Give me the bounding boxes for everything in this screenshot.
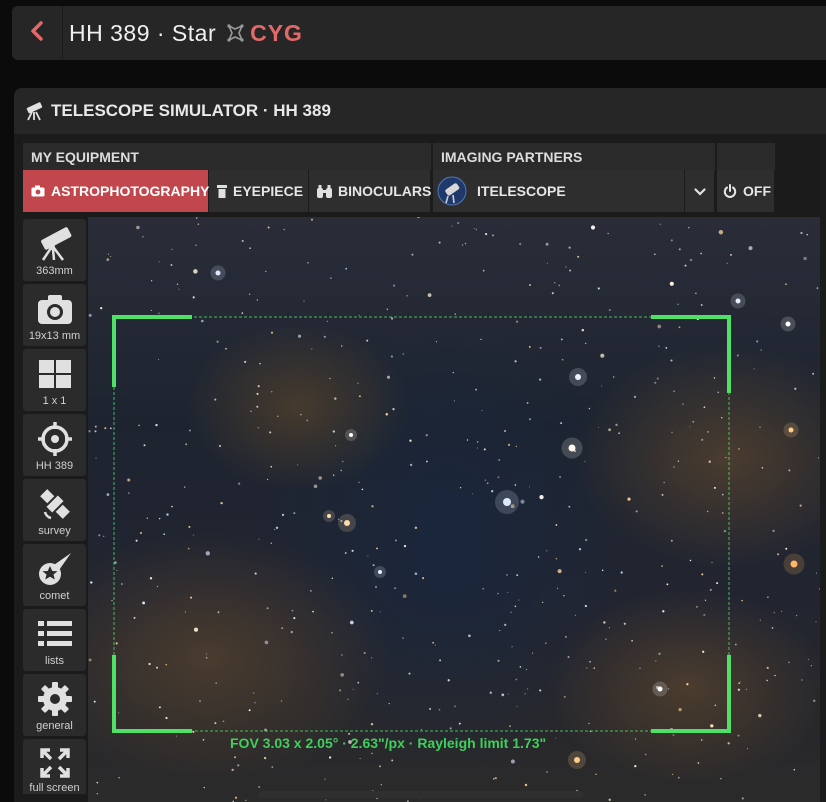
tab-eyepiece[interactable]: EYEPIECE (209, 170, 309, 212)
lists-button[interactable]: lists (23, 609, 86, 671)
grid-icon (38, 355, 72, 393)
telescope-icon (23, 101, 45, 121)
general-settings-button[interactable]: general (23, 674, 86, 736)
list-icon (37, 615, 73, 653)
telescope-icon (33, 225, 77, 263)
tab-label: ITELESCOPE (477, 183, 566, 199)
partner-dropdown-button[interactable] (685, 170, 715, 212)
sidebar-item-label: 363mm (36, 265, 73, 277)
group-my-equipment: MY EQUIPMENT (23, 143, 431, 170)
fov-info-label: FOV 3.03 x 2.05° · 2.63"/px · Rayleigh l… (230, 735, 547, 751)
panel-title: TELESCOPE SIMULATOR · HH 389 (51, 101, 331, 120)
page-title: HH 389 · Star CYG (69, 6, 303, 60)
constellation-icon (226, 23, 246, 43)
survey-button[interactable]: survey (23, 479, 86, 541)
top-bar: HH 389 · Star CYG (12, 6, 826, 60)
gear-icon (37, 680, 73, 718)
back-button[interactable] (12, 6, 63, 60)
chevron-down-icon (693, 183, 706, 199)
camera-icon (31, 185, 45, 197)
fov-frame (112, 315, 731, 733)
crosshair-icon (37, 420, 73, 458)
camera-sensor-button[interactable]: 19x13 mm (23, 284, 86, 346)
sidebar-item-label: 1 x 1 (42, 395, 67, 407)
group-imaging-partners: IMAGING PARTNERS (433, 143, 715, 170)
comet-button[interactable]: comet (23, 544, 86, 606)
sidebar-item-label: survey (38, 525, 71, 537)
tab-binoculars[interactable]: BINOCULARS (309, 170, 431, 212)
expand-icon (39, 745, 71, 780)
tab-label: OFF (743, 183, 771, 199)
itelescope-logo-icon (437, 176, 467, 206)
panel-header: TELESCOPE SIMULATOR · HH 389 (14, 88, 826, 134)
mosaic-grid-button[interactable]: 1 x 1 (23, 349, 86, 411)
target-center-button[interactable]: HH 389 (23, 414, 86, 476)
sidebar-item-label: 19x13 mm (28, 330, 81, 342)
satellite-icon (37, 485, 73, 523)
tab-astrophotography[interactable]: ASTROPHOTOGRAPHY (23, 170, 209, 212)
tab-label: BINOCULARS (338, 183, 432, 199)
object-title: HH 389 · Star (69, 19, 217, 46)
sidebar-item-label: general (36, 720, 73, 732)
camera-icon (36, 290, 74, 328)
sky-view[interactable] (88, 217, 820, 802)
constellation-link[interactable]: CYG (250, 20, 303, 47)
full-screen-button[interactable]: full screen (23, 739, 86, 794)
eyepiece-icon (217, 184, 227, 198)
comet-icon (37, 550, 73, 588)
binoculars-icon (317, 184, 332, 198)
sidebar-item-label: comet (39, 590, 70, 602)
power-icon (723, 184, 737, 198)
group-spacer (717, 143, 775, 170)
chevron-left-icon (30, 20, 44, 47)
sidebar-item-label: full screen (29, 782, 80, 794)
horizontal-scrollbar[interactable] (258, 791, 584, 798)
tab-itelescope[interactable]: ITELESCOPE (433, 170, 685, 212)
sidebar-item-label: lists (45, 655, 64, 667)
sidebar-item-label: HH 389 (35, 460, 74, 472)
power-off-button[interactable]: OFF (717, 170, 775, 212)
telescope-focal-button[interactable]: 363mm (23, 219, 86, 281)
tab-label: ASTROPHOTOGRAPHY (51, 183, 210, 199)
tab-label: EYEPIECE (233, 183, 304, 199)
